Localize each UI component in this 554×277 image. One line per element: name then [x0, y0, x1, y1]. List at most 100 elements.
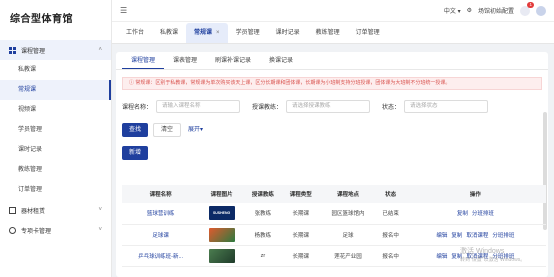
course-image — [208, 248, 235, 263]
info-alert: ⓘ 常规课：区别于私教课，常规课为单次购买该天上课，区分长期课和团体课，长期课为… — [122, 77, 542, 90]
tab-students[interactable]: 学员管理 — [228, 23, 268, 43]
course-name-cell[interactable]: 篮球营训练 — [122, 203, 200, 225]
sub-tabs: 课程管理 课表管理 刷课补课记录 换课记录 — [116, 52, 548, 70]
subtab-makeup-records[interactable]: 刷课补课记录 — [206, 53, 260, 69]
notification-badge: 1 — [527, 1, 534, 8]
gear-icon[interactable]: ⚙ — [467, 7, 472, 14]
tabs-bar: 工作台 私教课 常规课 × 学员管理 课时记录 教练管理 订单管理 — [112, 22, 554, 44]
col-course-image: 课程图片 — [199, 185, 244, 203]
chevron-down-icon: ▾ — [457, 9, 461, 15]
coach-label: 授课教练： — [252, 104, 283, 111]
tab-lesson-records[interactable]: 课时记录 — [268, 23, 308, 43]
sidebar-group-special-card[interactable]: 专项卡管理 ˅ — [0, 220, 111, 240]
expand-button[interactable]: 展开▾ — [186, 123, 205, 137]
place-cell: 莲花产业园 — [319, 245, 377, 267]
sidebar-group-equipment[interactable]: 器材租赁 ˅ — [0, 200, 111, 220]
col-status: 状态 — [376, 185, 405, 203]
add-course-button[interactable]: 新增 — [122, 146, 149, 160]
tab-regular[interactable]: 常规课 × — [186, 23, 228, 43]
menu-collapse-icon[interactable]: ☰ — [120, 6, 129, 15]
subtab-schedule[interactable]: 课表管理 — [164, 53, 206, 69]
cancel-course-link[interactable]: 取消课程 — [466, 233, 488, 239]
settings-link[interactable]: 场馆初始配置 — [478, 6, 514, 15]
menu-grid-icon — [9, 46, 16, 54]
box-icon — [9, 206, 16, 214]
card-icon — [9, 226, 16, 234]
col-coach: 授课教练 — [243, 185, 282, 203]
action-row: 查找 清空 展开▾ — [122, 123, 548, 137]
top-bar: ☰ 中文 ▾ ⚙ 场馆初始配置 1 — [112, 0, 554, 22]
sidebar-group-label: 课程管理 — [21, 48, 46, 55]
ops-cell: 复制 分班排班 — [404, 203, 546, 225]
sidebar-item-orders[interactable]: 订单管理 — [0, 180, 111, 200]
coach-select[interactable]: 请选择授课教练 — [286, 99, 371, 113]
schedule-link[interactable]: 分班排班 — [492, 233, 514, 239]
avatar[interactable] — [536, 5, 546, 16]
col-type: 课程类型 — [281, 185, 320, 203]
place-cell: 足球 — [319, 224, 377, 246]
type-cell: 长期课 — [281, 245, 320, 267]
language-selector[interactable]: 中文 ▾ — [444, 6, 461, 15]
sidebar-item-lesson-records[interactable]: 课时记录 — [0, 140, 111, 160]
col-course-name: 课程名称 — [122, 185, 200, 203]
sidebar: 综合型体育馆 课程管理 ˄ 私教课 常规课 视频课 学员管理 课时记录 教练管理… — [0, 0, 112, 277]
status-label: 状态： — [382, 104, 401, 111]
app-title: 综合型体育馆 — [10, 14, 73, 25]
sidebar-item-video[interactable]: 视频课 — [0, 100, 111, 120]
course-image: SUSHENG — [208, 206, 235, 221]
ops-cell: 编辑 复制 取消课程 分班排班 — [404, 224, 546, 246]
type-cell: 长期课 — [281, 224, 320, 246]
course-image — [208, 227, 235, 242]
edit-link[interactable]: 编辑 — [436, 233, 447, 239]
col-place: 课程地点 — [319, 185, 377, 203]
table-header-row: 课程名称 课程图片 授课教练 课程类型 课程地点 状态 操作 — [122, 185, 546, 203]
status-cell: 已结束 — [376, 203, 405, 225]
place-cell: 园区篮球馆内 — [319, 203, 377, 225]
chevron-down-icon: ˅ — [98, 207, 102, 213]
sidebar-group-course-management[interactable]: 课程管理 ˄ — [0, 40, 111, 60]
col-ops: 操作 — [404, 185, 546, 203]
coach-cell: 张教练 — [243, 203, 282, 225]
sidebar-item-regular[interactable]: 常规课 — [0, 80, 111, 100]
schedule-link[interactable]: 分班排班 — [472, 211, 494, 217]
subtab-course-management[interactable]: 课程管理 — [122, 53, 165, 69]
course-name-label: 课程名称： — [122, 104, 153, 111]
notification-icon[interactable]: 1 — [520, 1, 534, 16]
copy-link[interactable]: 复制 — [451, 233, 462, 239]
sidebar-group-label: 专项卡管理 — [21, 228, 52, 235]
tab-private[interactable]: 私教课 — [152, 23, 186, 43]
table-row: 足球课 杨教练 长期课 足球 报名中 编辑 复制 取消课程 分班排班 — [122, 224, 546, 246]
course-name-cell[interactable]: 乒乓球训练班-新... — [122, 245, 200, 267]
type-cell: 长期课 — [281, 203, 320, 225]
course-name-input[interactable]: 请输入课程名称 — [156, 99, 241, 113]
tab-workbench[interactable]: 工作台 — [118, 23, 152, 43]
sidebar-item-students[interactable]: 学员管理 — [0, 120, 111, 140]
course-name-cell[interactable]: 足球课 — [122, 224, 200, 246]
add-row: 新增 — [122, 146, 548, 160]
coach-cell: 杨教练 — [243, 224, 282, 246]
course-image-cell — [199, 224, 244, 246]
table-row: 篮球营训练 SUSHENG 张教练 长期课 园区篮球馆内 已结束 复制 分班排班 — [122, 203, 546, 225]
course-image-cell — [199, 245, 244, 267]
coach-cell: zr — [243, 245, 282, 267]
close-icon[interactable]: × — [216, 30, 220, 36]
tab-coaches[interactable]: 教练管理 — [308, 23, 348, 43]
filter-row: 课程名称： 请输入课程名称 授课教练： 请选择授课教练 状态： 请选择状态 — [122, 99, 542, 113]
status-select[interactable]: 请选择状态 — [404, 99, 489, 113]
chevron-up-icon: ˄ — [98, 47, 102, 53]
sidebar-item-coaches[interactable]: 教练管理 — [0, 160, 111, 180]
activation-watermark-title: 激活 Windows — [460, 248, 505, 255]
search-button[interactable]: 查找 — [122, 123, 149, 137]
subtab-swap-records[interactable]: 换课记录 — [260, 53, 302, 69]
activation-watermark-text: 转到"设置"以激活 Windows。 — [460, 257, 526, 263]
tab-orders[interactable]: 订单管理 — [348, 23, 388, 43]
sidebar-group-label: 器材租赁 — [21, 208, 46, 215]
status-cell: 报名中 — [376, 245, 405, 267]
status-cell: 报名中 — [376, 224, 405, 246]
edit-link[interactable]: 编辑 — [436, 254, 447, 260]
sidebar-item-private[interactable]: 私教课 — [0, 60, 111, 80]
chevron-down-icon: ˅ — [98, 227, 102, 233]
course-image-cell: SUSHENG — [199, 203, 244, 225]
clear-button[interactable]: 清空 — [153, 123, 182, 137]
copy-link[interactable]: 复制 — [457, 211, 468, 217]
